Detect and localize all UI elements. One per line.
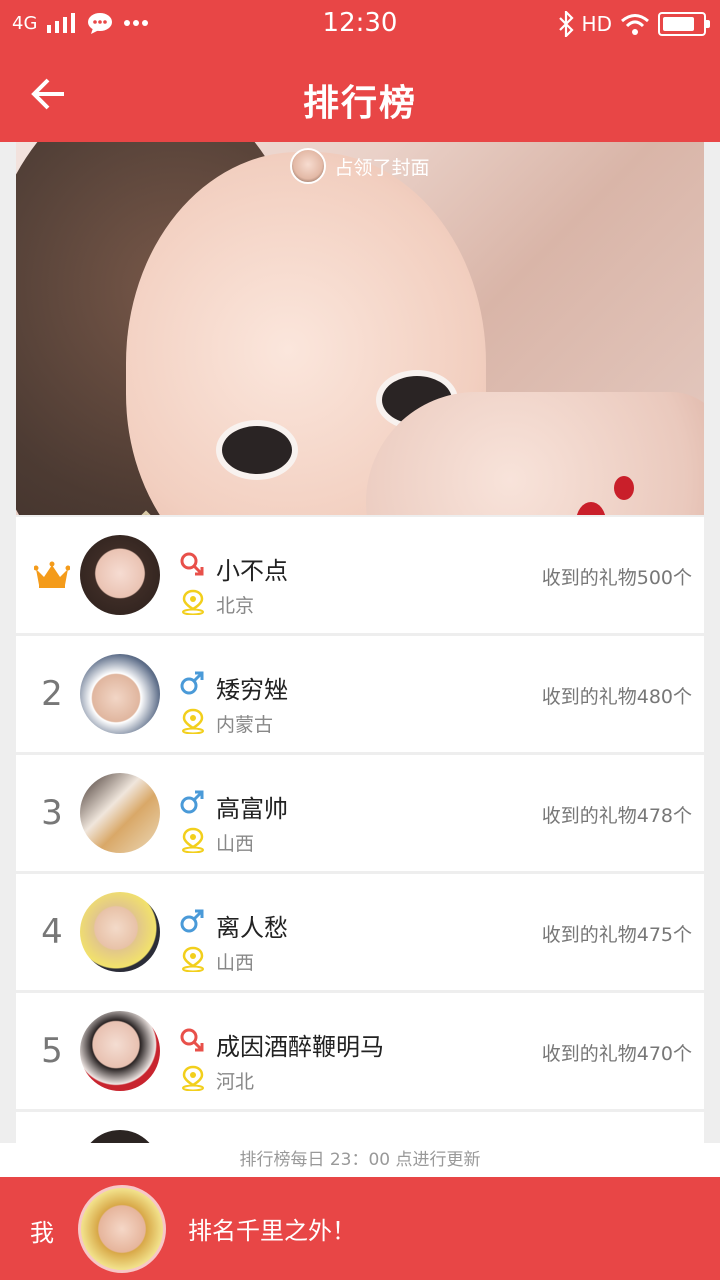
avatar[interactable]	[80, 892, 160, 972]
gift-count: 收到的礼物480个	[541, 686, 692, 708]
user-city: 北京	[216, 595, 255, 617]
female-icon	[180, 552, 204, 576]
cover-owner-tag: 占领了封面	[16, 148, 704, 184]
rank-number: 3	[41, 793, 63, 833]
location-pin-icon	[182, 827, 204, 853]
my-avatar[interactable]	[78, 1185, 166, 1273]
avatar[interactable]	[80, 773, 160, 853]
rank-number: 2	[41, 674, 63, 714]
status-right: HD	[558, 11, 710, 37]
user-city: 山西	[216, 833, 255, 855]
male-icon	[180, 671, 204, 695]
male-icon	[180, 790, 204, 814]
crown-icon	[34, 561, 70, 588]
user-name: 矮穷矬	[216, 676, 288, 704]
avatar[interactable]	[80, 1011, 160, 1091]
user-name: 小不点	[216, 557, 288, 585]
user-name: 高富帅	[216, 795, 288, 823]
gift-count: 收到的礼物500个	[541, 567, 692, 589]
female-icon	[180, 1028, 204, 1052]
avatar[interactable]	[80, 654, 160, 734]
user-name: 成因酒醉鞭明马	[216, 1033, 384, 1061]
battery-icon	[658, 12, 710, 36]
cover-owner-avatar[interactable]	[290, 148, 327, 184]
location-pin-icon	[182, 589, 204, 615]
me-label: 我	[30, 1219, 54, 1247]
location-pin-icon	[182, 946, 204, 972]
user-city: 内蒙古	[216, 714, 274, 736]
user-city: 山西	[216, 952, 255, 974]
app-bar: 排行榜	[0, 50, 720, 142]
ranking-row[interactable]: 2 矮穷矬 内蒙古 收到的礼物480个	[16, 636, 704, 752]
gift-count: 收到的礼物470个	[541, 1043, 692, 1065]
location-pin-icon	[182, 1065, 204, 1091]
my-rank-text: 排名千里之外！	[188, 1217, 356, 1245]
wifi-icon	[621, 14, 649, 35]
cover-tag-text: 占领了封面	[334, 156, 430, 179]
male-icon	[180, 909, 204, 933]
hd-label: HD	[581, 12, 612, 36]
cover-nail	[614, 476, 634, 500]
user-name: 离人愁	[216, 914, 288, 942]
bluetooth-icon	[558, 11, 574, 37]
location-pin-icon	[182, 708, 204, 734]
page-title: 排行榜	[302, 83, 417, 124]
update-notice: 排行榜每日 23：00 点进行更新	[0, 1143, 720, 1177]
gift-count: 收到的礼物478个	[541, 805, 692, 827]
rank-number: 4	[41, 912, 63, 952]
status-bar: 4G 12:30 HD	[0, 0, 720, 50]
ranking-row[interactable]: 4 离人愁 山西 收到的礼物475个	[16, 874, 704, 990]
cover-image[interactable]: 占领了封面	[16, 142, 704, 515]
cover-hand	[366, 392, 704, 515]
user-city: 河北	[216, 1071, 255, 1093]
cover-eye-left	[216, 420, 298, 480]
gift-count: 收到的礼物475个	[541, 924, 692, 946]
battery-fill	[663, 17, 694, 31]
ranking-row[interactable]: 5 成因酒醉鞭明马 河北 收到的礼物470个	[16, 993, 704, 1109]
rank-number: 5	[41, 1031, 63, 1071]
ranking-row[interactable]: 小不点 北京 收到的礼物500个	[16, 517, 704, 633]
avatar[interactable]	[80, 535, 160, 615]
ranking-row[interactable]: 3 高富帅 山西 收到的礼物478个	[16, 755, 704, 871]
my-rank-bar[interactable]: 我 排名千里之外！	[0, 1177, 720, 1280]
